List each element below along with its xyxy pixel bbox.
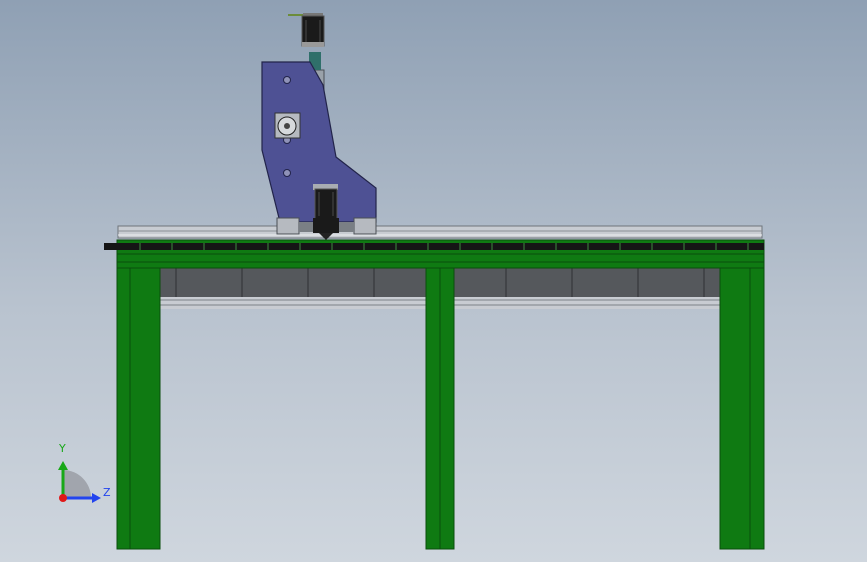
x-axis-stepper-motor[interactable] bbox=[313, 184, 339, 240]
triad-quarter-disc bbox=[63, 470, 91, 498]
carriage-block-left[interactable] bbox=[276, 217, 300, 235]
top-beam[interactable] bbox=[116, 253, 765, 269]
leg-right[interactable] bbox=[719, 267, 765, 550]
view-orientation-triad bbox=[58, 461, 101, 503]
triad-z-label: Z bbox=[103, 486, 111, 499]
cnc-machine-side-view[interactable] bbox=[0, 0, 867, 562]
motor-body[interactable] bbox=[314, 188, 338, 220]
leg-left[interactable] bbox=[116, 267, 161, 550]
z-axis-stepper-motor[interactable] bbox=[288, 13, 325, 47]
table-frame[interactable] bbox=[116, 239, 765, 550]
x-axis-linear-rail[interactable] bbox=[104, 225, 764, 250]
x-axis-origin bbox=[59, 494, 67, 502]
carriage-block-right[interactable] bbox=[353, 217, 377, 235]
plate-bolt-hole bbox=[283, 76, 291, 84]
rack-strip bbox=[104, 243, 764, 250]
motor-body[interactable] bbox=[301, 15, 325, 47]
triad-y-label: Y bbox=[59, 442, 66, 455]
plate-bolt-hole bbox=[283, 169, 291, 177]
cad-graphics-viewport[interactable]: Y Z bbox=[0, 0, 867, 562]
rail-base bbox=[117, 225, 763, 239]
